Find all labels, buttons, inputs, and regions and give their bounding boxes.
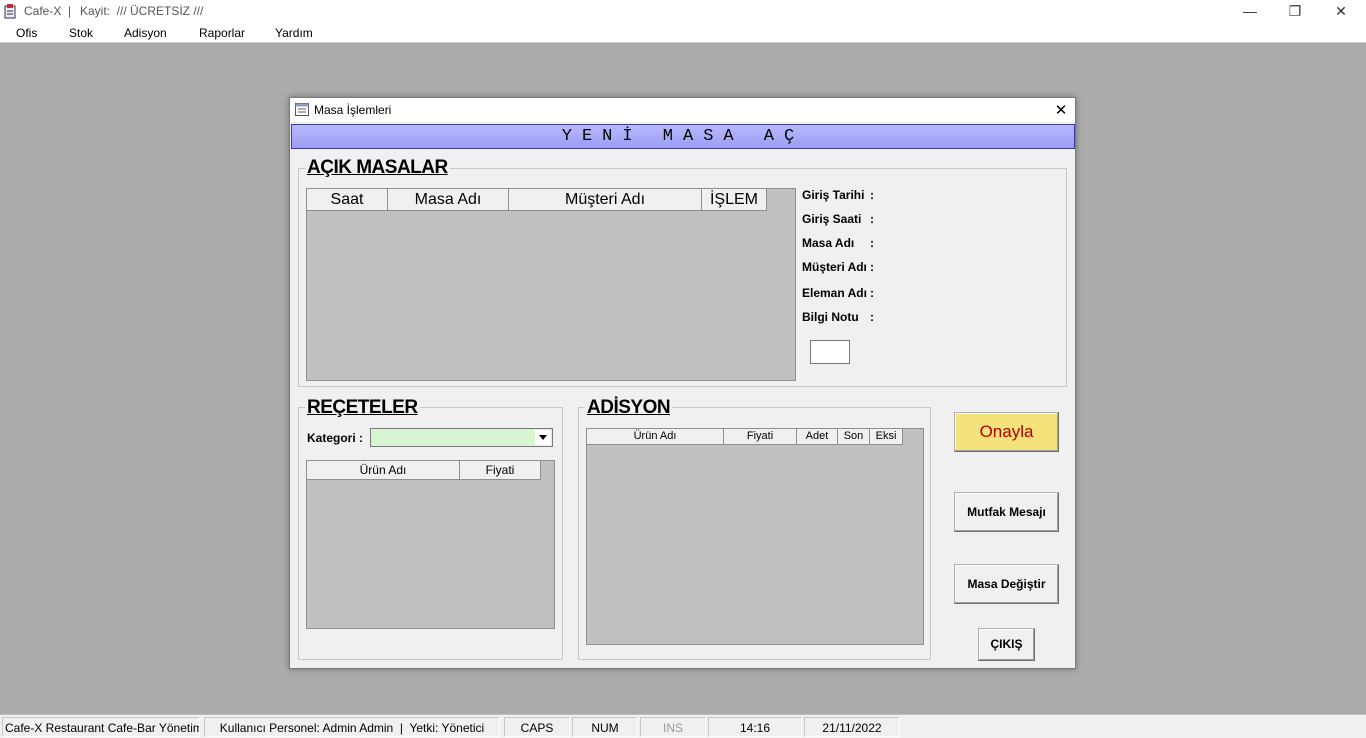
category-select[interactable] — [370, 428, 553, 447]
info-masa-adi-label: Masa Adı — [802, 236, 855, 250]
col-islem[interactable]: İŞLEM — [702, 189, 767, 211]
confirm-button[interactable]: Onayla — [954, 412, 1059, 452]
menu-ofis[interactable]: Ofis — [16, 26, 37, 40]
status-num: NUM — [572, 717, 638, 737]
col-fiyati[interactable]: Fiyati — [460, 461, 541, 480]
status-bar: Cafe-X Restaurant Cafe-Bar Yönetim Kulla… — [0, 714, 1366, 738]
ticket-title: ADİSYON — [585, 397, 673, 419]
col-ticket-son[interactable]: Son — [838, 429, 870, 445]
menu-raporlar[interactable]: Raporlar — [199, 26, 245, 40]
recipes-grid[interactable]: Ürün Adı Fiyati — [306, 460, 555, 629]
category-label: Kategori : — [307, 431, 364, 445]
col-masa-adi[interactable]: Masa Adı — [388, 189, 509, 211]
app-title: Cafe-X — [24, 4, 62, 18]
info-giris-tarihi-colon: : — [870, 188, 874, 202]
kitchen-message-button[interactable]: Mutfak Mesajı — [954, 492, 1059, 532]
col-ticket-urun-adi[interactable]: Ürün Adı — [587, 429, 724, 445]
close-button[interactable]: ✕ — [1331, 2, 1351, 20]
info-eleman-adi-label: Eleman Adı — [802, 286, 867, 300]
title-separator: | — [68, 4, 72, 18]
restore-button[interactable]: ❐ — [1285, 2, 1305, 20]
title-bar: Cafe-X | Kayit: /// ÜCRETSİZ /// — ❐ ✕ — [0, 0, 1366, 23]
info-bilgi-notu-colon: : — [870, 310, 874, 324]
status-ins: INS — [640, 717, 706, 737]
col-musteri-adi[interactable]: Müşteri Adı — [509, 189, 702, 211]
status-time: 14:16 — [708, 717, 802, 737]
status-user: Kullanıcı Personel: Admin Admin | Yetki:… — [204, 717, 500, 737]
app-icon[interactable] — [4, 4, 18, 19]
window-icon — [295, 103, 309, 116]
ticket-grid[interactable]: Ürün Adı Fiyati Adet Son Eksi — [586, 428, 924, 645]
col-ticket-adet[interactable]: Adet — [797, 429, 838, 445]
info-bilgi-notu-label: Bilgi Notu — [802, 310, 859, 324]
menu-bar: Ofis Stok Adisyon Raporlar Yardım — [0, 23, 1366, 43]
open-tables-title: AÇIK MASALAR — [305, 157, 450, 179]
info-giris-tarihi-label: Giriş Tarihi — [802, 188, 865, 202]
col-ticket-fiyati[interactable]: Fiyati — [724, 429, 797, 445]
recipes-title: REÇETELER — [305, 397, 420, 419]
minimize-button[interactable]: — — [1240, 2, 1260, 20]
menu-stok[interactable]: Stok — [69, 26, 93, 40]
status-date: 21/11/2022 — [804, 717, 900, 737]
status-caps: CAPS — [504, 717, 570, 737]
info-eleman-adi-colon: : — [870, 286, 874, 300]
masa-islemleri-dialog: Masa İşlemleri ✕ YENİ MASA AÇ AÇIK MASAL… — [289, 97, 1076, 669]
menu-yardim[interactable]: Yardım — [275, 26, 313, 40]
open-tables-header: Saat Masa Adı Müşteri Adı İŞLEM — [307, 189, 767, 211]
info-giris-saati-label: Giriş Saati — [802, 212, 862, 226]
license-text: Kayit: /// ÜCRETSİZ /// — [80, 4, 204, 18]
status-app-name: Cafe-X Restaurant Cafe-Bar Yönetim — [2, 717, 200, 737]
menu-adisyon[interactable]: Adisyon — [124, 26, 167, 40]
col-urun-adi[interactable]: Ürün Adı — [307, 461, 460, 480]
dropdown-arrow-icon[interactable] — [535, 430, 551, 445]
dialog-title-bar: Masa İşlemleri ✕ — [290, 98, 1075, 122]
info-masa-adi-colon: : — [870, 236, 874, 250]
note-input[interactable] — [810, 340, 850, 364]
recipes-header: Ürün Adı Fiyati — [307, 461, 541, 480]
open-tables-grid[interactable]: Saat Masa Adı Müşteri Adı İŞLEM — [306, 188, 796, 381]
info-musteri-adi-colon: : — [870, 260, 874, 274]
new-table-banner: YENİ MASA AÇ — [291, 124, 1075, 149]
change-table-button[interactable]: Masa Değiştir — [954, 564, 1059, 604]
info-musteri-adi-label: Müşteri Adı — [802, 260, 867, 274]
col-ticket-eksi[interactable]: Eksi — [870, 429, 903, 445]
exit-button[interactable]: ÇIKIŞ — [978, 628, 1035, 661]
dialog-close-button[interactable]: ✕ — [1052, 101, 1070, 119]
dialog-title: Masa İşlemleri — [314, 103, 392, 117]
ticket-header: Ürün Adı Fiyati Adet Son Eksi — [587, 429, 903, 445]
col-saat[interactable]: Saat — [307, 189, 388, 211]
info-giris-saati-colon: : — [870, 212, 874, 226]
